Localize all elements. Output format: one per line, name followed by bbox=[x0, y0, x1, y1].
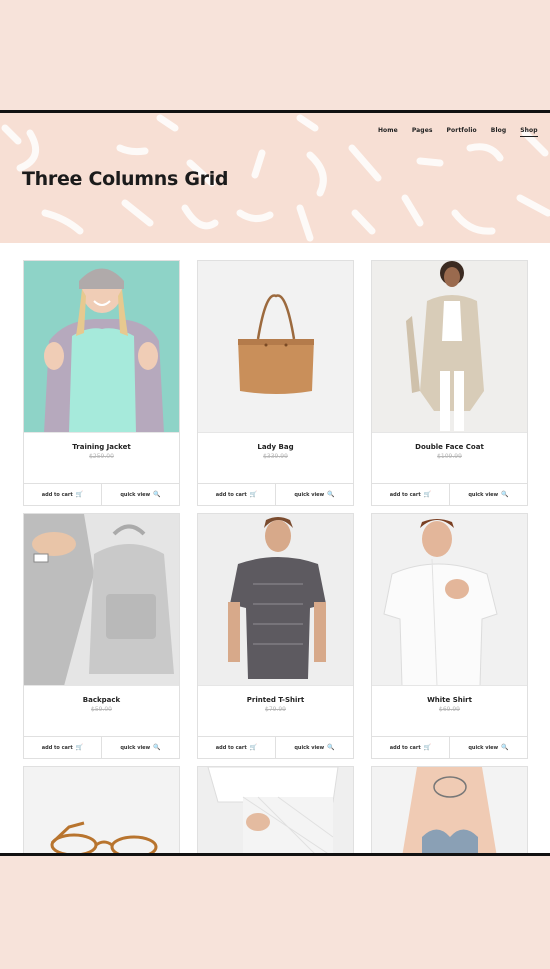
product-image[interactable] bbox=[24, 261, 179, 433]
product-image[interactable] bbox=[24, 767, 179, 853]
cart-icon: 🛒 bbox=[75, 744, 84, 751]
product-card[interactable]: Double Face Coat $109.99 add to cart 🛒 qu… bbox=[371, 260, 528, 506]
cart-icon: 🛒 bbox=[249, 491, 258, 498]
page-title: Three Columns Grid bbox=[22, 168, 229, 190]
nav-home[interactable]: Home bbox=[378, 127, 398, 137]
product-image[interactable] bbox=[372, 514, 527, 686]
add-to-cart-button[interactable]: add to cart 🛒 bbox=[24, 737, 101, 758]
nav-shop[interactable]: Shop bbox=[520, 127, 538, 137]
product-price: $69.99 bbox=[439, 706, 460, 713]
cart-icon: 🛒 bbox=[423, 744, 432, 751]
nav-blog[interactable]: Blog bbox=[491, 127, 506, 137]
product-image[interactable] bbox=[198, 514, 353, 686]
product-price: $79.99 bbox=[265, 706, 286, 713]
quick-view-button[interactable]: quick view 🔍 bbox=[449, 484, 527, 505]
nav-pages[interactable]: Pages bbox=[412, 127, 433, 137]
product-name[interactable]: Printed T-Shirt bbox=[198, 696, 353, 704]
cart-icon: 🛒 bbox=[75, 491, 84, 498]
bag-photo bbox=[198, 261, 353, 432]
search-icon: 🔍 bbox=[153, 744, 161, 751]
search-icon: 🔍 bbox=[153, 491, 161, 498]
search-icon: 🔍 bbox=[501, 491, 509, 498]
cart-icon: 🛒 bbox=[249, 744, 258, 751]
add-to-cart-button[interactable]: add to cart 🛒 bbox=[198, 737, 275, 758]
jacket-photo bbox=[24, 261, 179, 432]
product-card[interactable]: Printed T-Shirt $79.99 add to cart 🛒 quic… bbox=[197, 513, 354, 759]
search-icon: 🔍 bbox=[327, 744, 335, 751]
product-card[interactable] bbox=[197, 766, 354, 853]
product-price: $259.00 bbox=[89, 453, 114, 460]
shirt-photo bbox=[372, 514, 527, 685]
quick-view-button[interactable]: quick view 🔍 bbox=[101, 484, 179, 505]
main-nav: Home Pages Portfolio Blog Shop El bbox=[378, 127, 550, 137]
product-card[interactable]: White Shirt $69.99 add to cart 🛒 quick vi… bbox=[371, 513, 528, 759]
product-name[interactable]: Backpack bbox=[24, 696, 179, 704]
cart-icon: 🛒 bbox=[423, 491, 432, 498]
product-name[interactable]: White Shirt bbox=[372, 696, 527, 704]
product-card[interactable]: Lady Bag $339.99 add to cart 🛒 quick view… bbox=[197, 260, 354, 506]
product-price: $59.00 bbox=[91, 706, 112, 713]
add-to-cart-button[interactable]: add to cart 🛒 bbox=[24, 484, 101, 505]
search-icon: 🔍 bbox=[327, 491, 335, 498]
quick-view-button[interactable]: quick view 🔍 bbox=[275, 484, 353, 505]
pants-photo bbox=[198, 767, 353, 853]
tshirt-photo bbox=[198, 514, 353, 685]
add-to-cart-button[interactable]: add to cart 🛒 bbox=[198, 484, 275, 505]
product-card[interactable] bbox=[23, 766, 180, 853]
search-icon: 🔍 bbox=[501, 744, 509, 751]
product-image[interactable] bbox=[198, 261, 353, 433]
nav-portfolio[interactable]: Portfolio bbox=[447, 127, 477, 137]
bikini-photo bbox=[372, 767, 527, 853]
browser-frame: Home Pages Portfolio Blog Shop El Three … bbox=[0, 110, 550, 856]
product-image[interactable] bbox=[372, 261, 527, 433]
quick-view-button[interactable]: quick view 🔍 bbox=[101, 737, 179, 758]
product-image[interactable] bbox=[198, 767, 353, 853]
product-name[interactable]: Double Face Coat bbox=[372, 443, 527, 451]
hero-banner: Home Pages Portfolio Blog Shop El Three … bbox=[0, 113, 550, 243]
product-image[interactable] bbox=[24, 514, 179, 686]
add-to-cart-button[interactable]: add to cart 🛒 bbox=[372, 484, 449, 505]
product-image[interactable] bbox=[372, 767, 527, 853]
backpack-photo bbox=[24, 514, 179, 685]
product-price: $339.99 bbox=[263, 453, 288, 460]
product-name[interactable]: Lady Bag bbox=[198, 443, 353, 451]
product-price: $109.99 bbox=[437, 453, 462, 460]
product-name[interactable]: Training Jacket bbox=[24, 443, 179, 451]
product-card[interactable]: Backpack $59.00 add to cart 🛒 quick view 🔍 bbox=[23, 513, 180, 759]
quick-view-button[interactable]: quick view 🔍 bbox=[449, 737, 527, 758]
product-card[interactable]: Training Jacket $259.00 add to cart 🛒 qui… bbox=[23, 260, 180, 506]
quick-view-button[interactable]: quick view 🔍 bbox=[275, 737, 353, 758]
product-card[interactable] bbox=[371, 766, 528, 853]
add-to-cart-button[interactable]: add to cart 🛒 bbox=[372, 737, 449, 758]
coat-photo bbox=[372, 261, 527, 432]
glasses-photo bbox=[24, 767, 179, 853]
